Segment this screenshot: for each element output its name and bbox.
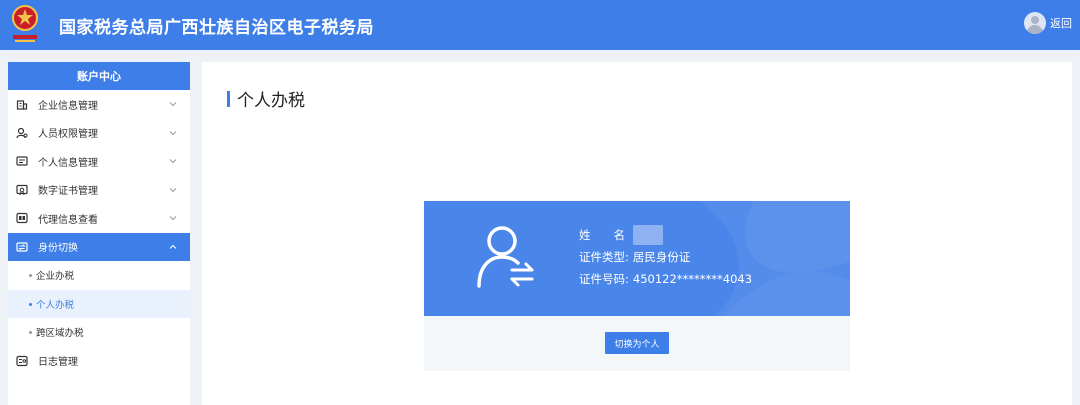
sidebar-item-identity-switch[interactable]: 身份切换 (8, 232, 190, 261)
sidebar-item-label: 身份切换 (38, 243, 78, 255)
chevron-down-icon[interactable] (168, 156, 178, 166)
switch-to-personal-button[interactable]: 切换为个人 (605, 332, 669, 354)
sidebar-item-personal-info[interactable]: 个人信息管理 (8, 147, 190, 176)
name-row: 姓 名 (579, 224, 752, 246)
sub-item-label: 跨区域办税 (36, 328, 84, 340)
sub-item-company-tax[interactable]: 企业办税 (8, 261, 190, 290)
profile-card-icon (16, 155, 28, 167)
sidebar-item-label: 个人信息管理 (38, 157, 98, 169)
sidebar-item-label: 代理信息查看 (38, 214, 98, 226)
id-number-label: 证件号码: (579, 272, 629, 286)
sidebar-item-label: 企业信息管理 (38, 100, 98, 112)
chevron-down-icon[interactable] (168, 185, 178, 195)
name-label: 姓 名 (579, 228, 625, 242)
identity-card-header: 姓 名 证件类型: 居民身份证 证件号码: 450122********4043 (424, 201, 850, 316)
chevron-down-icon[interactable] (168, 213, 178, 223)
bullet-dot (29, 302, 32, 306)
identity-switch-icon (16, 241, 28, 253)
site-title: 国家税务总局广西壮族自治区电子税务局 (59, 18, 374, 38)
chevron-down-icon[interactable] (168, 99, 178, 109)
user-permission-icon (16, 127, 28, 139)
id-type-label: 证件类型: (579, 250, 629, 264)
page-title: 个人办税 (237, 91, 305, 111)
name-value-redacted (633, 225, 663, 245)
sub-item-label: 企业办税 (36, 271, 75, 283)
sidebar-item-user-permission[interactable]: 人员权限管理 (8, 119, 190, 148)
title-accent-bar (227, 90, 230, 107)
bullet-dot (29, 274, 32, 277)
certificate-icon (16, 184, 28, 196)
user-switch-icon (477, 226, 534, 288)
sub-item-cross-region-tax[interactable]: 跨区域办税 (8, 318, 190, 347)
main-panel: 个人办税 姓 名 证件类型: 居民身份证 证件号码: 450122*******… (202, 62, 1072, 405)
sidebar-item-label: 人员权限管理 (38, 129, 98, 141)
bullet-dot (29, 331, 32, 334)
sub-item-label: 个人办税 (36, 299, 75, 311)
sub-item-personal-tax[interactable]: 个人办税 (8, 289, 190, 318)
identity-info: 姓 名 证件类型: 居民身份证 证件号码: 450122********4043 (579, 224, 752, 290)
log-icon (16, 355, 28, 367)
back-button[interactable]: 返回 (1024, 12, 1072, 34)
agent-icon (16, 212, 28, 224)
sidebar-item-agent-info[interactable]: 代理信息查看 (8, 204, 190, 233)
sidebar-item-company-info[interactable]: 企业信息管理 (8, 90, 190, 119)
id-number-row: 证件号码: 450122********4043 (579, 268, 752, 290)
chevron-down-icon[interactable] (168, 128, 178, 138)
id-type-value: 居民身份证 (632, 250, 691, 264)
user-avatar-icon[interactable] (1024, 12, 1046, 34)
sidebar-item-certificate[interactable]: 数字证书管理 (8, 176, 190, 205)
id-type-row: 证件类型: 居民身份证 (579, 246, 752, 268)
id-number-value: 450122********4043 (632, 272, 753, 286)
sidebar-title: 账户中心 (8, 62, 190, 90)
chevron-up-icon[interactable] (168, 242, 178, 252)
building-icon (16, 98, 28, 110)
top-bar: 国家税务总局广西壮族自治区电子税务局 返回 (0, 0, 1080, 50)
sidebar-item-label: 日志管理 (38, 357, 78, 369)
sidebar-item-label: 数字证书管理 (38, 186, 98, 198)
sidebar: 账户中心 企业信息管理 人员权限管理 个人信息管理 数字证书管理 代理信息查看 (8, 62, 190, 405)
page-title-wrap: 个人办税 (227, 86, 305, 111)
back-label[interactable]: 返回 (1050, 15, 1072, 31)
tax-emblem-icon (12, 5, 38, 42)
sidebar-item-log[interactable]: 日志管理 (8, 347, 190, 376)
identity-card: 姓 名 证件类型: 居民身份证 证件号码: 450122********4043… (424, 201, 850, 371)
